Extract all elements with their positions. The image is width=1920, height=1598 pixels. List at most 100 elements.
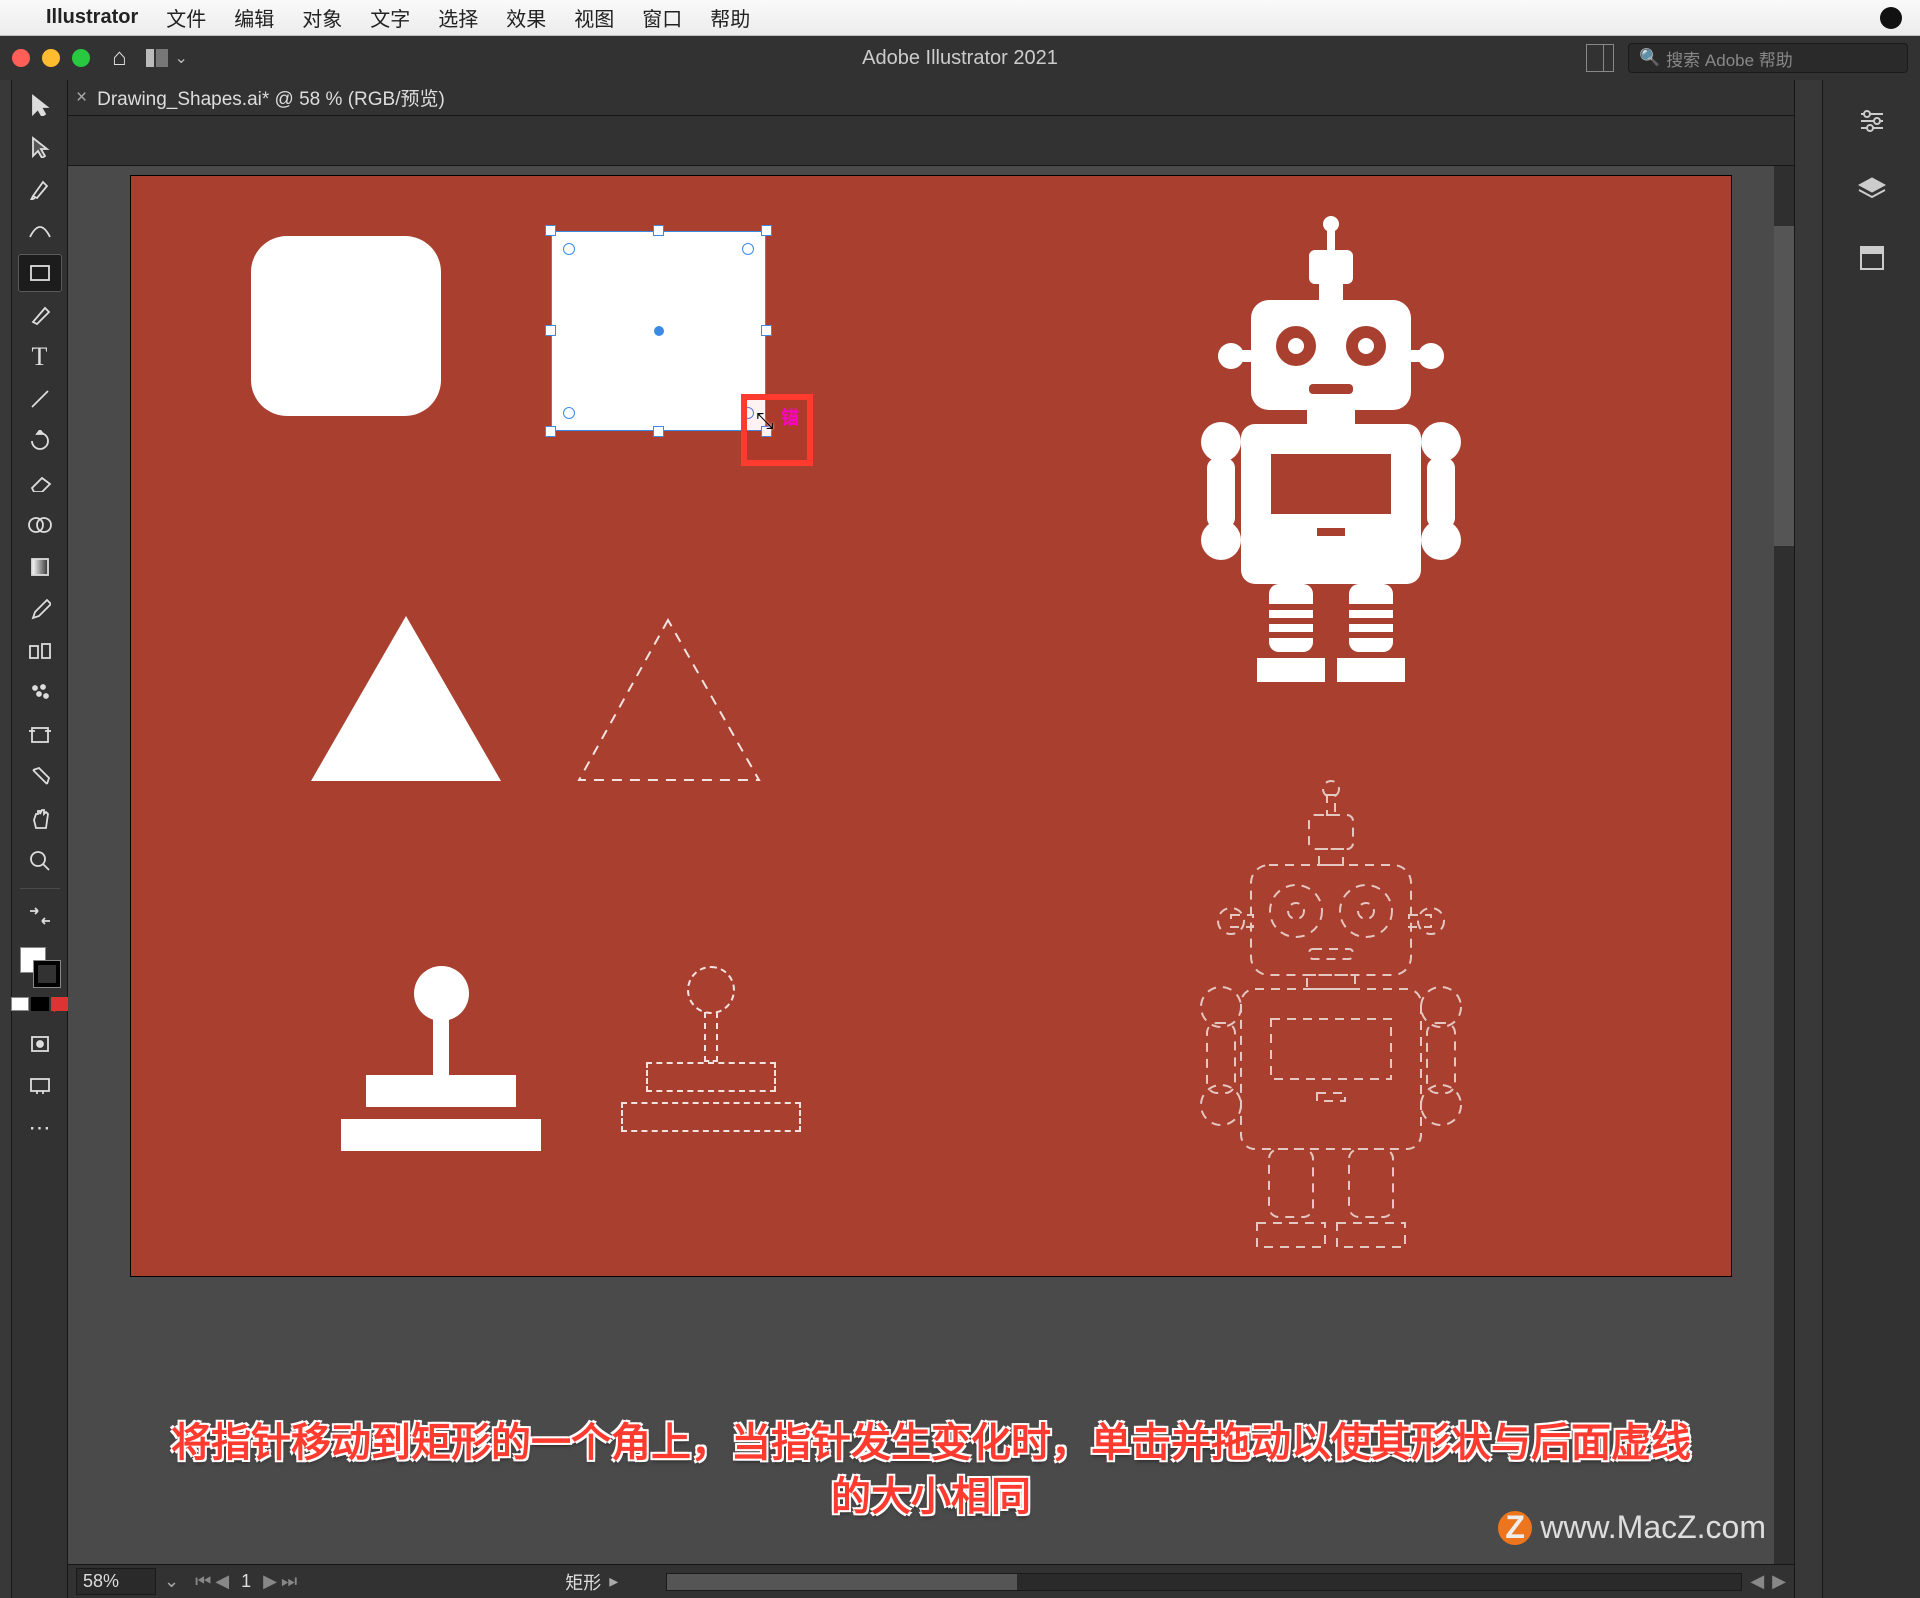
- symbol-sprayer-tool[interactable]: [18, 674, 62, 712]
- home-icon[interactable]: ⌂: [112, 44, 127, 72]
- direct-selection-tool[interactable]: [18, 128, 62, 166]
- tool-separator: [20, 888, 60, 889]
- menu-type[interactable]: 文字: [370, 3, 410, 32]
- eyedropper-tool[interactable]: [18, 590, 62, 628]
- zoom-tool[interactable]: [18, 842, 62, 880]
- menubar-status-icon[interactable]: [1880, 7, 1902, 29]
- right-panels: [1822, 80, 1920, 1598]
- properties-panel-icon[interactable]: [1857, 108, 1887, 140]
- search-placeholder: 搜索 Adobe 帮助: [1666, 46, 1793, 71]
- minimize-window-button[interactable]: [42, 49, 60, 67]
- close-tab-icon[interactable]: ×: [76, 87, 87, 109]
- zoom-level-input[interactable]: 58%: [76, 1568, 156, 1595]
- app-titlebar: ⌂ ⌄ Adobe Illustrator 2021 🔍 搜索 Adobe 帮助: [0, 36, 1920, 80]
- color-mode-none[interactable]: [51, 997, 69, 1011]
- corner-widget-ne[interactable]: [742, 243, 754, 255]
- prev-artboard-icon[interactable]: ◀: [215, 1571, 229, 1592]
- resize-tooltip-label: 锚: [781, 404, 799, 430]
- eraser-tool[interactable]: [18, 464, 62, 502]
- document-tab-strip: × Drawing_Shapes.ai* @ 58 % (RGB/预览): [68, 80, 1794, 116]
- selected-rectangle[interactable]: [551, 231, 766, 431]
- menu-effect[interactable]: 效果: [506, 3, 546, 32]
- arrange-documents-button[interactable]: ⌄: [145, 48, 188, 68]
- corner-widget-sw[interactable]: [563, 407, 575, 419]
- resize-handle-e[interactable]: [761, 325, 772, 336]
- hand-tool[interactable]: [18, 800, 62, 838]
- line-tool[interactable]: [18, 380, 62, 418]
- tutorial-caption: 将指针移动到矩形的一个角上，当指针发生变化时，单击并拖动以使其形状与后面虚线 的…: [111, 1416, 1751, 1524]
- fill-stroke-indicator[interactable]: [20, 947, 60, 987]
- resize-handle-sw[interactable]: [545, 426, 556, 437]
- horizontal-scrollbar[interactable]: [666, 1573, 1742, 1591]
- vertical-scrollbar[interactable]: [1774, 166, 1794, 1564]
- joystick-solid-shape[interactable]: [341, 966, 541, 1151]
- menu-object[interactable]: 对象: [302, 3, 342, 32]
- rotate-tool[interactable]: [18, 422, 62, 460]
- zoom-dropdown-icon[interactable]: ⌄: [164, 1571, 179, 1592]
- search-help-input[interactable]: 🔍 搜索 Adobe 帮助: [1628, 43, 1908, 73]
- type-tool[interactable]: T: [18, 338, 62, 376]
- layers-panel-icon[interactable]: [1857, 176, 1887, 209]
- blend-tool[interactable]: [18, 632, 62, 670]
- next-artboard-icon[interactable]: ▶: [263, 1571, 277, 1592]
- tutorial-line1: 将指针移动到矩形的一个角上，当指针发生变化时，单击并拖动以使其形状与后面虚线: [111, 1416, 1751, 1470]
- libraries-panel-icon[interactable]: [1859, 245, 1885, 278]
- workspace-switcher-icon[interactable]: [1586, 44, 1614, 72]
- slice-tool[interactable]: [18, 758, 62, 796]
- watermark-text: www.MacZ.com: [1540, 1509, 1766, 1546]
- status-dropdown-icon[interactable]: ▸: [609, 1571, 618, 1592]
- paintbrush-tool[interactable]: [18, 296, 62, 334]
- gradient-tool[interactable]: [18, 548, 62, 586]
- watermark: Z www.MacZ.com: [1498, 1509, 1766, 1546]
- rounded-square-shape[interactable]: [251, 236, 441, 416]
- document-tab-label[interactable]: Drawing_Shapes.ai* @ 58 % (RGB/预览): [97, 84, 445, 111]
- first-artboard-icon[interactable]: ⏮: [195, 1571, 211, 1592]
- artboard-tool[interactable]: [18, 716, 62, 754]
- resize-handle-w[interactable]: [545, 325, 556, 336]
- color-mode-solid[interactable]: [11, 997, 29, 1011]
- selection-tool[interactable]: [18, 86, 62, 124]
- robot-dashed-guide: [1131, 771, 1531, 1301]
- menu-edit[interactable]: 编辑: [234, 3, 274, 32]
- status-bar: 58% ⌄ ⏮ ◀ 1 ▶ ⏭ 矩形 ▸ ◀ ▶: [68, 1564, 1794, 1598]
- joystick-dashed-guide: [621, 966, 801, 1132]
- fullscreen-window-button[interactable]: [72, 49, 90, 67]
- robot-solid-shape[interactable]: [1131, 206, 1531, 736]
- artboard-number[interactable]: 1: [233, 1571, 259, 1592]
- curvature-tool[interactable]: [18, 212, 62, 250]
- rectangle-tool[interactable]: [18, 254, 62, 292]
- color-mode-gradient[interactable]: [31, 997, 49, 1011]
- pen-tool[interactable]: [18, 170, 62, 208]
- scroll-left-icon[interactable]: ◀: [1750, 1571, 1764, 1592]
- canvas-viewport[interactable]: ⤡ 锚: [68, 166, 1794, 1564]
- triangle-dashed-guide: [571, 616, 766, 786]
- menu-view[interactable]: 视图: [574, 3, 614, 32]
- menu-select[interactable]: 选择: [438, 3, 478, 32]
- menu-file[interactable]: 文件: [166, 3, 206, 32]
- horizontal-scroll-thumb[interactable]: [667, 1574, 1017, 1590]
- macos-menubar: Illustrator 文件 编辑 对象 文字 选择 效果 视图 窗口 帮助: [0, 0, 1920, 36]
- resize-handle-s[interactable]: [653, 426, 664, 437]
- menu-help[interactable]: 帮助: [710, 3, 750, 32]
- scroll-right-icon[interactable]: ▶: [1772, 1571, 1786, 1592]
- app-name[interactable]: Illustrator: [46, 6, 138, 29]
- window-controls: [12, 49, 90, 67]
- stroke-color-swatch[interactable]: [34, 961, 60, 987]
- search-icon: 🔍: [1639, 48, 1660, 68]
- shape-builder-tool[interactable]: [18, 506, 62, 544]
- menu-window[interactable]: 窗口: [642, 3, 682, 32]
- resize-handle-n[interactable]: [653, 225, 664, 236]
- last-artboard-icon[interactable]: ⏭: [281, 1571, 297, 1592]
- resize-handle-nw[interactable]: [545, 225, 556, 236]
- vertical-scroll-thumb[interactable]: [1774, 226, 1794, 546]
- draw-mode-icon[interactable]: [18, 1025, 62, 1063]
- selection-type-label: 矩形: [565, 1569, 601, 1595]
- screen-mode-icon[interactable]: [18, 1067, 62, 1105]
- close-window-button[interactable]: [12, 49, 30, 67]
- resize-handle-ne[interactable]: [761, 225, 772, 236]
- corner-widget-nw[interactable]: [563, 243, 575, 255]
- edit-toolbar-icon[interactable]: ⋯: [18, 1109, 62, 1147]
- triangle-solid-shape[interactable]: [311, 616, 501, 781]
- artboard[interactable]: ⤡ 锚: [131, 176, 1731, 1276]
- swap-fill-stroke-icon[interactable]: [18, 897, 62, 935]
